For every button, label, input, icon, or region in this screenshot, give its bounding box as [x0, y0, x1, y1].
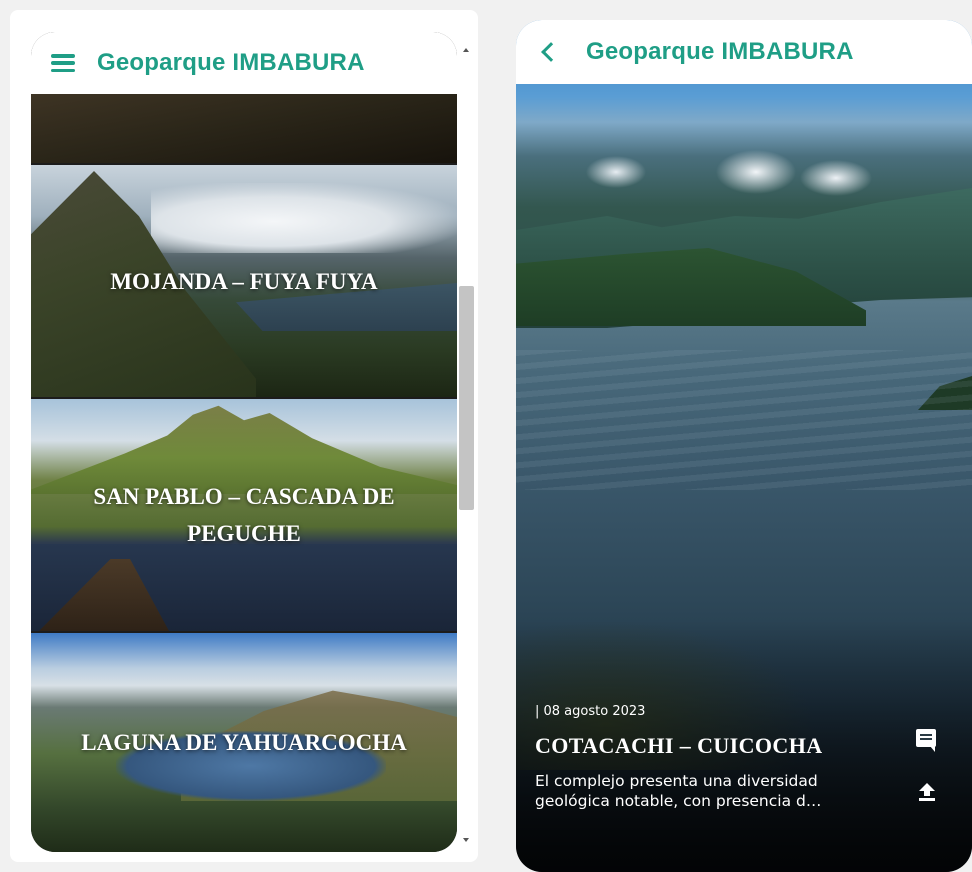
app-header: Geoparque IMBABURA — [31, 32, 457, 94]
share-icon[interactable] — [918, 783, 936, 801]
destination-card-yahuarcocha[interactable]: LAGUNA DE YAHUARCOCHA — [31, 633, 457, 852]
story-info: | 08 agosto 2023 COTACACHI – CUICOCHA El… — [535, 704, 895, 811]
destination-card-san-pablo[interactable]: SAN PABLO – CASCADA DE PEGUCHE — [31, 399, 457, 631]
destination-list[interactable]: MOJANDA – FUYA FUYA SAN PABLO – CASCADA … — [31, 94, 457, 852]
app-title: Geoparque IMBABURA — [586, 38, 854, 65]
destination-card-partial[interactable] — [31, 94, 457, 163]
chevron-left-icon[interactable] — [541, 42, 561, 62]
app-title: Geoparque IMBABURA — [97, 49, 365, 76]
card-title: SAN PABLO – CASCADA DE PEGUCHE — [93, 484, 395, 546]
story-date: | 08 agosto 2023 — [535, 704, 646, 719]
scroll-down-arrow-icon[interactable] — [463, 838, 469, 842]
card-title: MOJANDA – FUYA FUYA — [110, 268, 378, 294]
comment-icon[interactable] — [916, 729, 936, 752]
card-image-clouds — [151, 183, 457, 253]
background-clouds — [536, 132, 876, 202]
left-phone-screen: Geoparque IMBABURA MOJANDA – FUYA FUYA S… — [10, 10, 478, 862]
card-title: LAGUNA DE YAHUARCOCHA — [81, 730, 407, 755]
hamburger-menu-icon[interactable] — [51, 54, 75, 72]
background-water-reflection — [516, 350, 972, 490]
story-description[interactable]: El complejo presenta una diversidad geol… — [535, 771, 895, 811]
scrollbar-thumb[interactable] — [459, 286, 474, 510]
list-screen: Geoparque IMBABURA MOJANDA – FUYA FUYA S… — [31, 32, 457, 852]
right-phone-screen: Geoparque IMBABURA | 08 agosto 2023 COTA… — [516, 20, 972, 872]
story-title: COTACACHI – CUICOCHA — [535, 733, 823, 758]
scroll-up-arrow-icon[interactable] — [463, 48, 469, 52]
app-header: Geoparque IMBABURA — [516, 20, 972, 84]
scrollbar[interactable] — [459, 32, 475, 852]
destination-card-mojanda[interactable]: MOJANDA – FUYA FUYA — [31, 165, 457, 397]
